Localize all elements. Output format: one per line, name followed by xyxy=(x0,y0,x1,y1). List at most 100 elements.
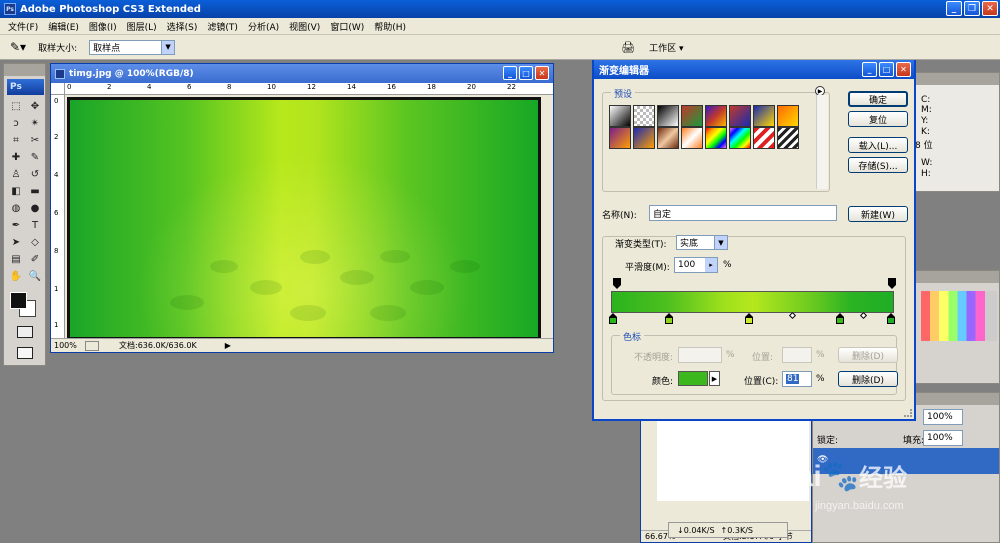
status-icon[interactable] xyxy=(85,340,99,351)
status-menu-arrow-icon[interactable]: ▶ xyxy=(225,341,231,350)
zoom-readout[interactable]: 100% xyxy=(51,341,85,350)
lasso-tool-icon[interactable]: ↄ xyxy=(7,115,25,131)
reset-button[interactable]: 复位 xyxy=(848,111,908,127)
history-brush-icon[interactable]: ↺ xyxy=(26,166,44,182)
new-button[interactable]: 新建(W) xyxy=(848,206,908,222)
color-stop[interactable] xyxy=(609,313,617,324)
presets-scrollbar[interactable] xyxy=(816,95,828,189)
move-tool-icon[interactable]: ✥ xyxy=(26,98,44,114)
midpoint-diamond-icon[interactable] xyxy=(859,311,868,320)
preset-swatch[interactable] xyxy=(753,105,775,127)
menu-window[interactable]: 窗口(W) xyxy=(326,20,368,33)
preset-swatch[interactable] xyxy=(705,127,727,149)
color-location-input[interactable]: 81 xyxy=(782,371,812,387)
resize-grip-icon[interactable] xyxy=(904,409,912,417)
sample-size-select[interactable]: 取样点 ▼ xyxy=(89,39,176,55)
dialog-close-button[interactable]: ✕ xyxy=(896,62,911,77)
dialog-minimize-button[interactable]: _ xyxy=(862,62,877,77)
opacity-stop-right[interactable] xyxy=(888,278,896,289)
pen-tool-icon[interactable]: ✒ xyxy=(7,217,25,233)
menu-image[interactable]: 图像(I) xyxy=(85,20,121,33)
preset-swatch[interactable] xyxy=(729,105,751,127)
preset-swatch[interactable] xyxy=(753,127,775,149)
document-title-bar[interactable]: timg.jpg @ 100%(RGB/8) _ □ ✕ xyxy=(51,64,553,83)
menu-select[interactable]: 选择(S) xyxy=(163,20,202,33)
preset-swatch[interactable] xyxy=(777,127,799,149)
preset-swatch[interactable] xyxy=(657,127,679,149)
quick-mask-icon[interactable] xyxy=(17,326,33,338)
color-menu-arrow-icon[interactable]: ▶ xyxy=(709,371,720,386)
preset-swatch[interactable] xyxy=(633,127,655,149)
doc-minimize-button[interactable]: _ xyxy=(503,66,517,80)
delete-color-stop-button[interactable]: 删除(D) xyxy=(838,371,898,387)
opacity-stop-left[interactable] xyxy=(613,278,621,289)
menu-edit[interactable]: 编辑(E) xyxy=(44,20,83,33)
preset-swatch[interactable] xyxy=(657,105,679,127)
preset-swatch[interactable] xyxy=(681,105,703,127)
foreground-color-swatch[interactable] xyxy=(10,292,27,309)
color-stop-selected[interactable] xyxy=(887,313,895,324)
magic-wand-tool-icon[interactable]: ✴ xyxy=(26,115,44,131)
hand-tool-icon[interactable]: ✋ xyxy=(7,268,25,284)
brush-palette-icon[interactable]: 🖨 xyxy=(621,41,635,54)
clone-stamp-icon[interactable]: ♙ xyxy=(7,166,25,182)
eyedropper-icon[interactable]: ✐ xyxy=(26,251,44,267)
type-tool-icon[interactable]: T xyxy=(26,217,44,233)
smoothness-input[interactable]: 100 ▸ xyxy=(674,257,718,273)
brush-tool-icon[interactable]: ✎ xyxy=(26,149,44,165)
smoothness-arrow-icon[interactable]: ▸ xyxy=(705,258,717,272)
color-stop[interactable] xyxy=(836,313,844,324)
midpoint-diamond-icon[interactable] xyxy=(788,311,797,320)
gradient-preview-bar[interactable] xyxy=(611,291,894,313)
crop-tool-icon[interactable]: ⌗ xyxy=(7,132,25,148)
healing-brush-icon[interactable]: ✚ xyxy=(7,149,25,165)
preset-swatch[interactable] xyxy=(609,127,631,149)
menu-layer[interactable]: 图层(L) xyxy=(123,20,161,33)
color-stop[interactable] xyxy=(745,313,753,324)
minimize-button[interactable]: _ xyxy=(946,1,962,16)
menu-view[interactable]: 视图(V) xyxy=(285,20,324,33)
workspace-button[interactable]: 工作区 ▾ xyxy=(649,41,683,54)
ok-button[interactable]: 确定 xyxy=(848,91,908,107)
dialog-title-bar[interactable]: 渐变编辑器 _ □ ✕ xyxy=(594,60,914,79)
eraser-tool-icon[interactable]: ◧ xyxy=(7,183,25,199)
dialog-maximize-button[interactable]: □ xyxy=(879,62,894,77)
screen-mode-icon[interactable] xyxy=(17,347,33,359)
restore-button[interactable]: ❐ xyxy=(964,1,980,16)
preset-swatch[interactable] xyxy=(777,105,799,127)
image-canvas[interactable] xyxy=(70,100,538,337)
doc-close-button[interactable]: ✕ xyxy=(535,66,549,80)
color-stop[interactable] xyxy=(665,313,673,324)
preset-swatch[interactable] xyxy=(705,105,727,127)
path-select-icon[interactable]: ➤ xyxy=(7,234,25,250)
eyedropper-tool-icon[interactable]: ✎▾ xyxy=(10,40,26,54)
load-button[interactable]: 载入(L)... xyxy=(848,137,908,153)
slice-tool-icon[interactable]: ✂ xyxy=(26,132,44,148)
fill-input[interactable]: 100% xyxy=(923,430,963,446)
menu-file[interactable]: 文件(F) xyxy=(4,20,42,33)
save-button[interactable]: 存储(S)... xyxy=(848,157,908,173)
preset-swatch[interactable] xyxy=(681,127,703,149)
menu-filter[interactable]: 滤镜(T) xyxy=(203,20,242,33)
close-button[interactable]: ✕ xyxy=(982,1,998,16)
doc-maximize-button[interactable]: □ xyxy=(519,66,533,80)
name-input[interactable]: 自定 xyxy=(649,205,837,221)
preset-swatch[interactable] xyxy=(609,105,631,127)
ruler-origin[interactable] xyxy=(51,83,65,95)
gradient-tool-icon[interactable]: ▬ xyxy=(26,183,44,199)
layer-opacity-input[interactable]: 100% xyxy=(923,409,963,425)
menu-analysis[interactable]: 分析(A) xyxy=(244,20,283,33)
notes-tool-icon[interactable]: ▤ xyxy=(7,251,25,267)
swatch-grid[interactable] xyxy=(921,291,997,341)
zoom-tool-icon[interactable]: 🔍 xyxy=(26,268,44,284)
stop-color-swatch[interactable] xyxy=(678,371,708,386)
preset-swatch[interactable] xyxy=(633,105,655,127)
marquee-tool-icon[interactable]: ⬚ xyxy=(7,98,25,114)
dodge-tool-icon[interactable]: ● xyxy=(26,200,44,216)
gradient-type-select[interactable]: 实底 ▼ xyxy=(676,235,728,250)
shape-tool-icon[interactable]: ◇ xyxy=(26,234,44,250)
preset-swatch[interactable] xyxy=(729,127,751,149)
toolbox-header[interactable] xyxy=(4,64,45,76)
menu-help[interactable]: 帮助(H) xyxy=(370,20,410,33)
blur-tool-icon[interactable]: ◍ xyxy=(7,200,25,216)
